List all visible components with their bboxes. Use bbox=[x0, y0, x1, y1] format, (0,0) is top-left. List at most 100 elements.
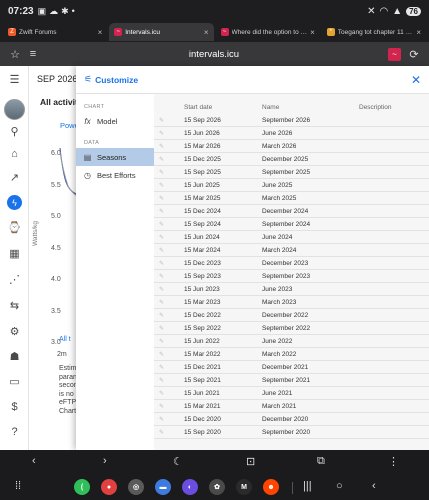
message-icon[interactable]: ▬ bbox=[155, 479, 171, 495]
person-icon[interactable]: ● bbox=[101, 479, 117, 495]
table-row[interactable]: ✎ 15 Mar 2023 March 2023 bbox=[154, 296, 429, 309]
more-options-icon[interactable]: ⋮ bbox=[388, 455, 399, 468]
edit-pencil-icon[interactable]: ✎ bbox=[159, 260, 164, 267]
close-tab-icon[interactable]: × bbox=[310, 28, 315, 37]
help-icon[interactable]: ? bbox=[7, 424, 22, 439]
browser-tab[interactable]: Z Zwift Forums × bbox=[3, 23, 107, 41]
edit-pencil-icon[interactable]: ✎ bbox=[159, 286, 164, 293]
column-name[interactable]: Name bbox=[262, 104, 279, 111]
people-icon[interactable]: ☗ bbox=[7, 349, 22, 364]
camera-icon[interactable]: ◎ bbox=[128, 479, 144, 495]
table-row[interactable]: ✎ 15 Mar 2021 March 2021 bbox=[154, 400, 429, 413]
table-row[interactable]: ✎ 15 Sep 2022 September 2022 bbox=[154, 322, 429, 335]
table-row[interactable]: ✎ 15 Mar 2025 March 2025 bbox=[154, 192, 429, 205]
url-field[interactable]: intervals.icu bbox=[40, 49, 388, 60]
column-start-date[interactable]: Start date bbox=[184, 104, 212, 111]
tab-switcher-icon[interactable]: ⧉ bbox=[317, 455, 325, 468]
tune-icon[interactable]: ≡ bbox=[26, 47, 40, 61]
close-icon[interactable]: ✕ bbox=[411, 73, 421, 87]
forward-arrow-icon[interactable]: › bbox=[103, 455, 107, 467]
table-row[interactable]: ✎ 15 Jun 2021 June 2021 bbox=[154, 387, 429, 400]
dark-mode-icon[interactable]: ☾ bbox=[173, 455, 183, 468]
table-row[interactable]: ✎ 15 Sep 2020 September 2020 bbox=[154, 426, 429, 439]
edit-pencil-icon[interactable]: ✎ bbox=[159, 208, 164, 215]
edit-pencil-icon[interactable]: ✎ bbox=[159, 325, 164, 332]
sidebar-item-best-efforts[interactable]: ◷ Best Efforts bbox=[76, 166, 154, 184]
table-row[interactable]: ✎ 15 Jun 2022 June 2022 bbox=[154, 335, 429, 348]
edit-pencil-icon[interactable]: ✎ bbox=[159, 429, 164, 436]
column-description[interactable]: Description bbox=[359, 104, 392, 111]
edit-pencil-icon[interactable]: ✎ bbox=[159, 377, 164, 384]
browser-icon[interactable]: ◐ bbox=[182, 479, 198, 495]
edit-pencil-icon[interactable]: ✎ bbox=[159, 182, 164, 189]
close-tab-icon[interactable]: × bbox=[416, 28, 421, 37]
table-row[interactable]: ✎ 15 Sep 2023 September 2023 bbox=[154, 270, 429, 283]
edit-pencil-icon[interactable]: ✎ bbox=[159, 403, 164, 410]
chart-line-icon[interactable]: ⋰ bbox=[7, 272, 22, 287]
edit-pencil-icon[interactable]: ✎ bbox=[159, 416, 164, 423]
lens-icon[interactable]: ⊡ bbox=[246, 455, 255, 468]
reload-icon[interactable]: ⟳ bbox=[407, 47, 421, 61]
table-row[interactable]: ✎ 15 Dec 2023 December 2023 bbox=[154, 257, 429, 270]
home-circle-icon[interactable]: ○ bbox=[336, 480, 343, 492]
edit-pencil-icon[interactable]: ✎ bbox=[159, 247, 164, 254]
recents-icon[interactable]: ||| bbox=[303, 480, 312, 492]
table-row[interactable]: ✎ 15 Jun 2025 June 2025 bbox=[154, 179, 429, 192]
edit-pencil-icon[interactable]: ✎ bbox=[159, 143, 164, 150]
home-icon[interactable]: ⌂ bbox=[7, 146, 22, 161]
edit-pencil-icon[interactable]: ✎ bbox=[159, 195, 164, 202]
compare-icon[interactable]: ⇆ bbox=[7, 298, 22, 313]
table-row[interactable]: ✎ 15 Sep 2024 September 2024 bbox=[154, 218, 429, 231]
intervals-extension-icon[interactable]: ~ bbox=[388, 47, 401, 61]
reddit-icon[interactable]: ☻ bbox=[263, 479, 279, 495]
browser-tab[interactable]: * Toegang tot chapter 11 gev... × bbox=[322, 23, 426, 41]
table-row[interactable]: ✎ 15 Jun 2026 June 2026 bbox=[154, 127, 429, 140]
edit-pencil-icon[interactable]: ✎ bbox=[159, 338, 164, 345]
table-row[interactable]: ✎ 15 Dec 2022 December 2022 bbox=[154, 309, 429, 322]
apps-grid-icon[interactable]: ⁞⁞ bbox=[15, 480, 21, 492]
edit-pencil-icon[interactable]: ✎ bbox=[159, 117, 164, 124]
bookmark-star-icon[interactable]: ☆ bbox=[8, 47, 22, 61]
dollar-icon[interactable]: $ bbox=[7, 399, 22, 414]
close-tab-icon[interactable]: × bbox=[98, 28, 103, 37]
table-row[interactable]: ✎ 15 Jun 2023 June 2023 bbox=[154, 283, 429, 296]
edit-pencil-icon[interactable]: ✎ bbox=[159, 351, 164, 358]
edit-pencil-icon[interactable]: ✎ bbox=[159, 273, 164, 280]
sidebar-item-model[interactable]: fx Model bbox=[76, 112, 154, 130]
browser-tab[interactable]: ~ Intervals.icu × bbox=[109, 23, 214, 41]
search-icon[interactable]: ⚲ bbox=[7, 124, 22, 139]
table-row[interactable]: ✎ 15 Dec 2021 December 2021 bbox=[154, 361, 429, 374]
table-row[interactable]: ✎ 15 Mar 2022 March 2022 bbox=[154, 348, 429, 361]
edit-pencil-icon[interactable]: ✎ bbox=[159, 156, 164, 163]
openai-icon[interactable]: ✿ bbox=[209, 479, 225, 495]
edit-pencil-icon[interactable]: ✎ bbox=[159, 312, 164, 319]
trend-icon[interactable]: ↗ bbox=[7, 170, 22, 185]
table-row[interactable]: ✎ 15 Sep 2021 September 2021 bbox=[154, 374, 429, 387]
watch-icon[interactable]: ⌚ bbox=[7, 220, 22, 235]
back-arrow-icon[interactable]: ‹ bbox=[32, 455, 36, 467]
avatar[interactable] bbox=[4, 99, 25, 120]
chat-icon[interactable]: ▭ bbox=[7, 374, 22, 389]
table-row[interactable]: ✎ 15 Sep 2025 September 2025 bbox=[154, 166, 429, 179]
sidebar-item-seasons[interactable]: ▤ Seasons bbox=[76, 148, 154, 166]
browser-tab[interactable]: ~ Where did the option to ch... × bbox=[216, 23, 320, 41]
edit-pencil-icon[interactable]: ✎ bbox=[159, 390, 164, 397]
edit-pencil-icon[interactable]: ✎ bbox=[159, 169, 164, 176]
back-icon[interactable]: ‹ bbox=[372, 480, 376, 492]
table-row[interactable]: ✎ 15 Dec 2020 December 2020 bbox=[154, 413, 429, 426]
phone-icon[interactable]: ( bbox=[74, 479, 90, 495]
edit-pencil-icon[interactable]: ✎ bbox=[159, 299, 164, 306]
power-icon[interactable]: ϟ bbox=[7, 195, 22, 210]
table-row[interactable]: ✎ 15 Sep 2026 September 2026 bbox=[154, 114, 429, 127]
calendar-icon[interactable]: ▦ bbox=[7, 246, 22, 261]
edit-pencil-icon[interactable]: ✎ bbox=[159, 130, 164, 137]
menu-icon[interactable]: ☰ bbox=[7, 72, 22, 87]
table-row[interactable]: ✎ 15 Jun 2024 June 2024 bbox=[154, 231, 429, 244]
table-row[interactable]: ✎ 15 Mar 2024 March 2024 bbox=[154, 244, 429, 257]
all-time-label[interactable]: All t bbox=[59, 335, 71, 344]
edit-pencil-icon[interactable]: ✎ bbox=[159, 234, 164, 241]
settings-icon[interactable]: ⚙ bbox=[7, 324, 22, 339]
mail-icon[interactable]: M bbox=[236, 479, 252, 495]
table-row[interactable]: ✎ 15 Mar 2026 March 2026 bbox=[154, 140, 429, 153]
close-tab-icon[interactable]: × bbox=[204, 28, 209, 37]
